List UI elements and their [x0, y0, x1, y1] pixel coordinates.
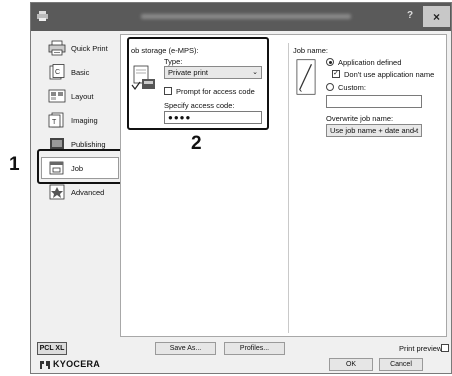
custom-name-input[interactable]: [326, 95, 422, 108]
section-divider: [288, 43, 289, 333]
sidebar-item-label: Advanced: [71, 187, 105, 197]
imaging-icon: T: [48, 112, 64, 128]
quick-print-icon: [48, 40, 66, 56]
cancel-button[interactable]: Cancel: [379, 358, 423, 371]
print-preview-label: Print preview: [399, 344, 443, 353]
sidebar-item-label: Layout: [71, 91, 94, 101]
callout-box-job-storage: [127, 37, 269, 130]
sidebar-item-basic[interactable]: C Basic: [41, 61, 119, 83]
custom-label: Custom:: [338, 83, 366, 92]
help-button[interactable]: ?: [407, 10, 413, 21]
chevron-down-icon: ⌄: [412, 127, 418, 134]
save-as-button[interactable]: Save As...: [155, 342, 216, 355]
svg-text:C: C: [55, 69, 60, 76]
basic-icon: C: [49, 64, 65, 80]
close-button[interactable]: ×: [423, 6, 450, 27]
callout-box-job: [37, 149, 131, 184]
layout-icon: [48, 89, 66, 103]
app-defined-label: Application defined: [338, 58, 402, 67]
sidebar-item-label: Publishing: [71, 139, 106, 149]
sidebar-item-quick-print[interactable]: Quick Print: [41, 37, 119, 59]
profiles-button[interactable]: Profiles...: [224, 342, 285, 355]
callout-number-1: 1: [9, 154, 20, 175]
sidebar-item-label: Basic: [71, 67, 90, 77]
print-preview-checkbox[interactable]: [441, 344, 449, 352]
print-preferences-window: ? × Quick Print C Basic Layout T Imaging…: [30, 2, 452, 374]
advanced-icon: [49, 184, 65, 200]
overwrite-job-name-value: Use job name + date and t: [330, 126, 419, 135]
app-defined-radio[interactable]: [326, 58, 334, 66]
title-bar: ? ×: [31, 3, 451, 31]
dont-use-app-name-checkbox[interactable]: ✓: [332, 70, 340, 78]
kyocera-logo-icon: [40, 361, 50, 369]
overwrite-job-name-label: Overwrite job name:: [326, 114, 394, 123]
job-name-title: Job name:: [293, 46, 329, 55]
sidebar-item-layout[interactable]: Layout: [41, 85, 119, 107]
sidebar-item-label: Quick Print: [71, 43, 108, 53]
window-title: [141, 14, 351, 19]
svg-text:T: T: [52, 119, 57, 126]
kyocera-brand: KYOCERA: [53, 359, 101, 369]
pcl-xl-badge: PCL XL: [37, 342, 67, 355]
sidebar-item-label: Imaging: [71, 115, 98, 125]
custom-radio[interactable]: [326, 83, 334, 91]
callout-number-2: 2: [191, 133, 202, 154]
job-name-icon: [296, 59, 316, 95]
ok-button[interactable]: OK: [329, 358, 373, 371]
printer-app-icon: [37, 11, 48, 21]
dont-use-app-name-label: Don't use application name: [344, 70, 435, 79]
sidebar-item-imaging[interactable]: T Imaging: [41, 109, 119, 131]
sidebar-item-advanced[interactable]: Advanced: [41, 181, 119, 203]
overwrite-job-name-select[interactable]: Use job name + date and t ⌄: [326, 124, 422, 137]
